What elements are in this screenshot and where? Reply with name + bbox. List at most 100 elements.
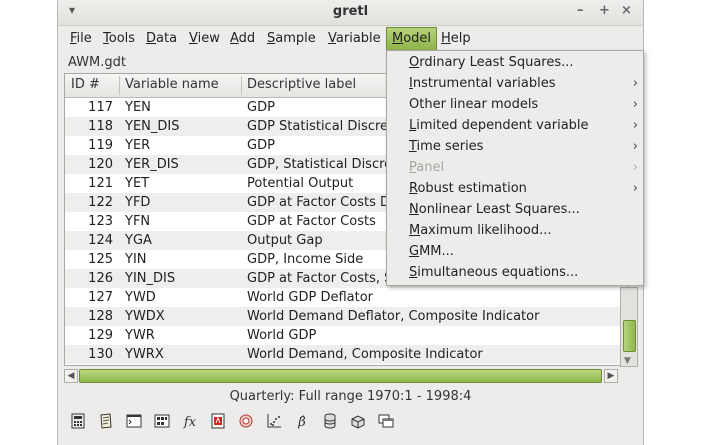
cell-label: GDP, Income Side bbox=[247, 252, 364, 267]
menu-item-ordinary-least-squares[interactable]: Ordinary Least Squares... bbox=[387, 53, 643, 74]
cell-id: 120 bbox=[88, 157, 113, 172]
cell-variable-name: YGA bbox=[125, 233, 152, 248]
terminal-icon[interactable] bbox=[124, 413, 144, 433]
cell-id: 123 bbox=[88, 214, 113, 229]
cell-variable-name: YFD bbox=[125, 195, 151, 210]
column-header-name[interactable]: Variable name bbox=[125, 77, 219, 92]
submenu-arrow-icon: › bbox=[632, 118, 638, 133]
menu-item-robust-estimation[interactable]: Robust estimation › bbox=[387, 179, 643, 200]
cell-label: Output Gap bbox=[247, 233, 323, 248]
pdf-help-icon[interactable] bbox=[208, 413, 228, 433]
cell-id: 122 bbox=[88, 195, 113, 210]
scroll-left-icon[interactable]: ◀ bbox=[64, 369, 78, 383]
cell-label: GDP, Statistical Discre bbox=[247, 157, 393, 172]
table-row[interactable]: 130 YWRX World Demand, Composite Indicator bbox=[65, 345, 628, 364]
help-icon[interactable] bbox=[236, 413, 256, 433]
menu-variable[interactable]: Variable bbox=[323, 27, 386, 51]
menu-item-label: Panel bbox=[409, 160, 445, 175]
scroll-right-icon[interactable]: ▶ bbox=[604, 369, 618, 383]
menu-help[interactable]: Help bbox=[436, 27, 476, 51]
menu-view[interactable]: View bbox=[184, 27, 225, 51]
menu-item-instrumental-variables[interactable]: Instrumental variables › bbox=[387, 74, 643, 95]
function-package-icon[interactable] bbox=[348, 413, 368, 433]
menu-item-label: Other linear models bbox=[409, 97, 539, 112]
cell-label: World GDP bbox=[247, 328, 317, 343]
menu-item-simultaneous-equations[interactable]: Simultaneous equations... bbox=[387, 263, 643, 284]
menu-item-other-linear-models[interactable]: Other linear models › bbox=[387, 95, 643, 116]
cell-variable-name: YIN_DIS bbox=[125, 271, 176, 286]
menu-item-maximum-likelihood[interactable]: Maximum likelihood... bbox=[387, 221, 643, 242]
cell-label: GDP Statistical Discre bbox=[247, 119, 389, 134]
menu-model[interactable]: Model bbox=[386, 27, 438, 51]
menu-tools[interactable]: Tools bbox=[98, 27, 140, 51]
cell-id: 119 bbox=[88, 138, 113, 153]
table-row[interactable]: 128 YWDX World Demand Deflator, Composite … bbox=[65, 307, 628, 326]
menu-item-nonlinear-least-squares[interactable]: Nonlinear Least Squares... bbox=[387, 200, 643, 221]
calculator-icon[interactable] bbox=[68, 413, 88, 433]
maximize-button[interactable]: + bbox=[599, 3, 610, 18]
cell-variable-name: YER_DIS bbox=[125, 157, 179, 172]
model-menu-dropdown: Ordinary Least Squares... Instrumental va… bbox=[386, 50, 644, 286]
cell-id: 130 bbox=[88, 347, 113, 362]
cell-label: Potential Output bbox=[247, 176, 354, 191]
cell-id: 121 bbox=[88, 176, 113, 191]
menu-item-label: Robust estimation bbox=[409, 181, 527, 196]
table-row[interactable]: 127 YWD World GDP Deflator bbox=[65, 288, 628, 307]
menu-item-label: Ordinary Least Squares... bbox=[409, 55, 574, 70]
vertical-scroll-thumb[interactable] bbox=[623, 320, 636, 352]
submenu-arrow-icon: › bbox=[632, 139, 638, 154]
vertical-scrollbar[interactable]: ▼ bbox=[620, 287, 638, 367]
minimize-button[interactable]: – bbox=[577, 3, 584, 18]
cell-label: GDP at Factor Costs, S bbox=[247, 271, 393, 286]
cell-label: World Demand Deflator, Composite Indicat… bbox=[247, 309, 540, 324]
cell-id: 118 bbox=[88, 119, 113, 134]
database-icon[interactable] bbox=[320, 413, 340, 433]
ols-beta-icon[interactable]: β̂ bbox=[292, 413, 312, 433]
menu-item-label: Nonlinear Least Squares... bbox=[409, 202, 580, 217]
column-header-label[interactable]: Descriptive label bbox=[247, 77, 356, 92]
window-title: gretl bbox=[332, 4, 369, 19]
cell-variable-name: YET bbox=[125, 176, 150, 191]
scatter-plot-icon[interactable] bbox=[264, 413, 284, 433]
menu-item-time-series[interactable]: Time series › bbox=[387, 137, 643, 158]
cell-label: GDP bbox=[247, 138, 275, 153]
notes-icon[interactable] bbox=[96, 413, 116, 433]
horizontal-scrollbar[interactable]: ◀ ▶ bbox=[64, 368, 620, 384]
submenu-arrow-icon: › bbox=[632, 76, 638, 91]
menu-item-gmm[interactable]: GMM... bbox=[387, 242, 643, 263]
column-header-id[interactable]: ID # bbox=[71, 77, 100, 92]
menu-data[interactable]: Data bbox=[141, 27, 182, 51]
cell-variable-name: YWRX bbox=[125, 347, 164, 362]
cell-id: 128 bbox=[88, 309, 113, 324]
menu-sample[interactable]: Sample bbox=[262, 27, 321, 51]
menu-item-label: Maximum likelihood... bbox=[409, 223, 552, 238]
menu-item-label: Limited dependent variable bbox=[409, 118, 589, 133]
menu-item-label: Instrumental variables bbox=[409, 76, 556, 91]
menu-item-label: Simultaneous equations... bbox=[409, 265, 579, 280]
scroll-down-icon[interactable]: ▼ bbox=[624, 356, 631, 366]
menu-item-label: GMM... bbox=[409, 244, 454, 259]
cell-variable-name: YWDX bbox=[125, 309, 165, 324]
menu-item-limited-dependent-variable[interactable]: Limited dependent variable › bbox=[387, 116, 643, 137]
submenu-arrow-icon: › bbox=[632, 97, 638, 112]
session-icon[interactable] bbox=[152, 413, 172, 433]
cell-label: GDP bbox=[247, 100, 275, 115]
horizontal-scroll-thumb[interactable] bbox=[79, 369, 602, 383]
column-divider bbox=[241, 76, 242, 95]
function-icon[interactable]: fx bbox=[180, 413, 200, 433]
cell-variable-name: YEN bbox=[125, 100, 151, 115]
menu-file[interactable]: File bbox=[65, 27, 97, 51]
close-button[interactable]: × bbox=[621, 3, 632, 18]
cell-variable-name: YIN bbox=[125, 252, 147, 267]
dataset-filename: AWM.gdt bbox=[68, 55, 126, 70]
submenu-arrow-icon: › bbox=[632, 160, 638, 175]
menu-add[interactable]: Add bbox=[225, 27, 260, 51]
cell-id: 125 bbox=[88, 252, 113, 267]
cell-id: 127 bbox=[88, 290, 113, 305]
table-row[interactable]: 129 YWR World GDP bbox=[65, 326, 628, 345]
cell-id: 126 bbox=[88, 271, 113, 286]
window-list-icon[interactable] bbox=[376, 413, 396, 433]
title-bar: ▾ gretl – + × bbox=[58, 0, 643, 26]
status-bar: Quarterly: Full range 1970:1 - 1998:4 bbox=[229, 389, 472, 404]
cell-id: 124 bbox=[88, 233, 113, 248]
